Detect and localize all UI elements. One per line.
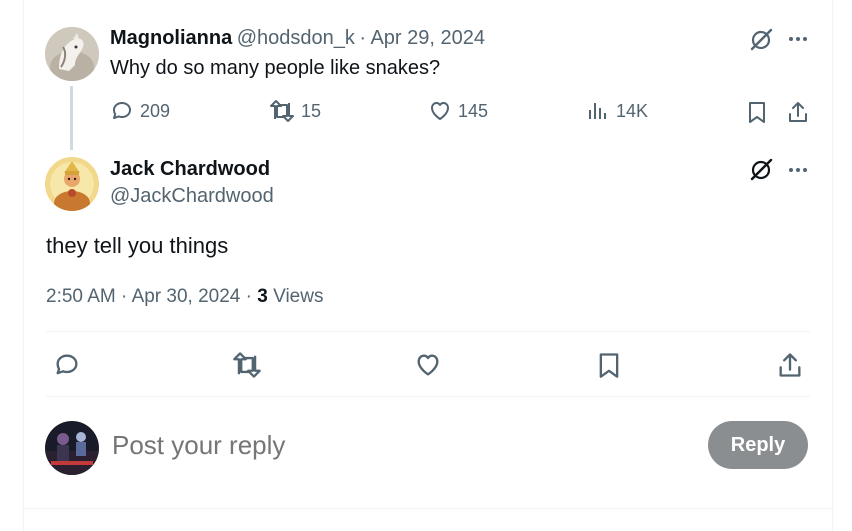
- main-like-button[interactable]: [414, 351, 442, 384]
- reply-input[interactable]: [112, 427, 672, 463]
- main-handle[interactable]: @JackChardwood: [110, 185, 274, 208]
- parent-reply-button[interactable]: 209: [110, 99, 170, 123]
- main-separator: ·: [121, 286, 128, 307]
- parent-reply-count: 209: [140, 100, 171, 121]
- share-icon: [789, 102, 807, 122]
- repost-icon: [270, 100, 294, 122]
- like-icon: [431, 102, 449, 120]
- divider: [46, 331, 810, 332]
- main-reply-button[interactable]: [53, 351, 81, 384]
- parent-views-button[interactable]: 14K: [586, 99, 648, 123]
- repost-icon: [233, 352, 261, 378]
- bookmark-icon: [749, 102, 765, 123]
- parent-like-button[interactable]: 145: [428, 99, 488, 123]
- parent-share-button[interactable]: [786, 100, 810, 129]
- thread-connector-line: [70, 86, 73, 150]
- main-view-count: 3: [257, 286, 268, 307]
- parent-like-count: 145: [458, 100, 489, 121]
- main-time[interactable]: 2:50 AM: [46, 286, 116, 307]
- reply-button[interactable]: Reply: [708, 421, 808, 469]
- bookmark-icon: [599, 353, 619, 378]
- main-text: they tell you things: [46, 233, 229, 258]
- reply-icon: [56, 354, 78, 375]
- share-icon: [779, 353, 801, 377]
- more-icon[interactable]: [789, 37, 807, 41]
- parent-view-count: 14K: [616, 100, 649, 121]
- main-bookmark-button[interactable]: [596, 351, 622, 384]
- divider: [46, 396, 810, 397]
- parent-text: Why do so many people like snakes?: [110, 57, 441, 79]
- parent-repost-button[interactable]: 15: [269, 99, 321, 123]
- main-avatar[interactable]: [45, 157, 99, 211]
- parent-display-name[interactable]: Magnolianna: [110, 27, 232, 49]
- parent-repost-count: 15: [301, 100, 322, 121]
- views-icon: [589, 103, 606, 119]
- more-icon[interactable]: [789, 168, 807, 172]
- main-meta: 2:50 AM · Apr 30, 2024 · 3 Views: [46, 286, 323, 308]
- main-display-name[interactable]: Jack Chardwood: [110, 158, 270, 181]
- parent-bookmark-button[interactable]: [746, 100, 768, 129]
- parent-handle[interactable]: @hodsdon_k: [237, 27, 355, 49]
- composer-avatar[interactable]: [45, 421, 99, 475]
- parent-date[interactable]: Apr 29, 2024: [370, 27, 485, 49]
- divider: [23, 508, 833, 509]
- like-icon: [417, 354, 439, 376]
- parent-avatar[interactable]: [45, 27, 99, 81]
- main-repost-button[interactable]: [232, 351, 262, 384]
- grok-icon[interactable]: [749, 158, 775, 187]
- reply-icon: [113, 102, 131, 119]
- grok-icon[interactable]: [749, 28, 775, 57]
- main-separator-2: ·: [245, 286, 252, 307]
- parent-header: Magnolianna @hodsdon_k · Apr 29, 2024: [110, 27, 485, 50]
- parent-separator: ·: [359, 27, 366, 49]
- main-views-label: Views: [273, 286, 324, 307]
- main-share-button[interactable]: [776, 351, 804, 384]
- main-date[interactable]: Apr 30, 2024: [132, 286, 241, 307]
